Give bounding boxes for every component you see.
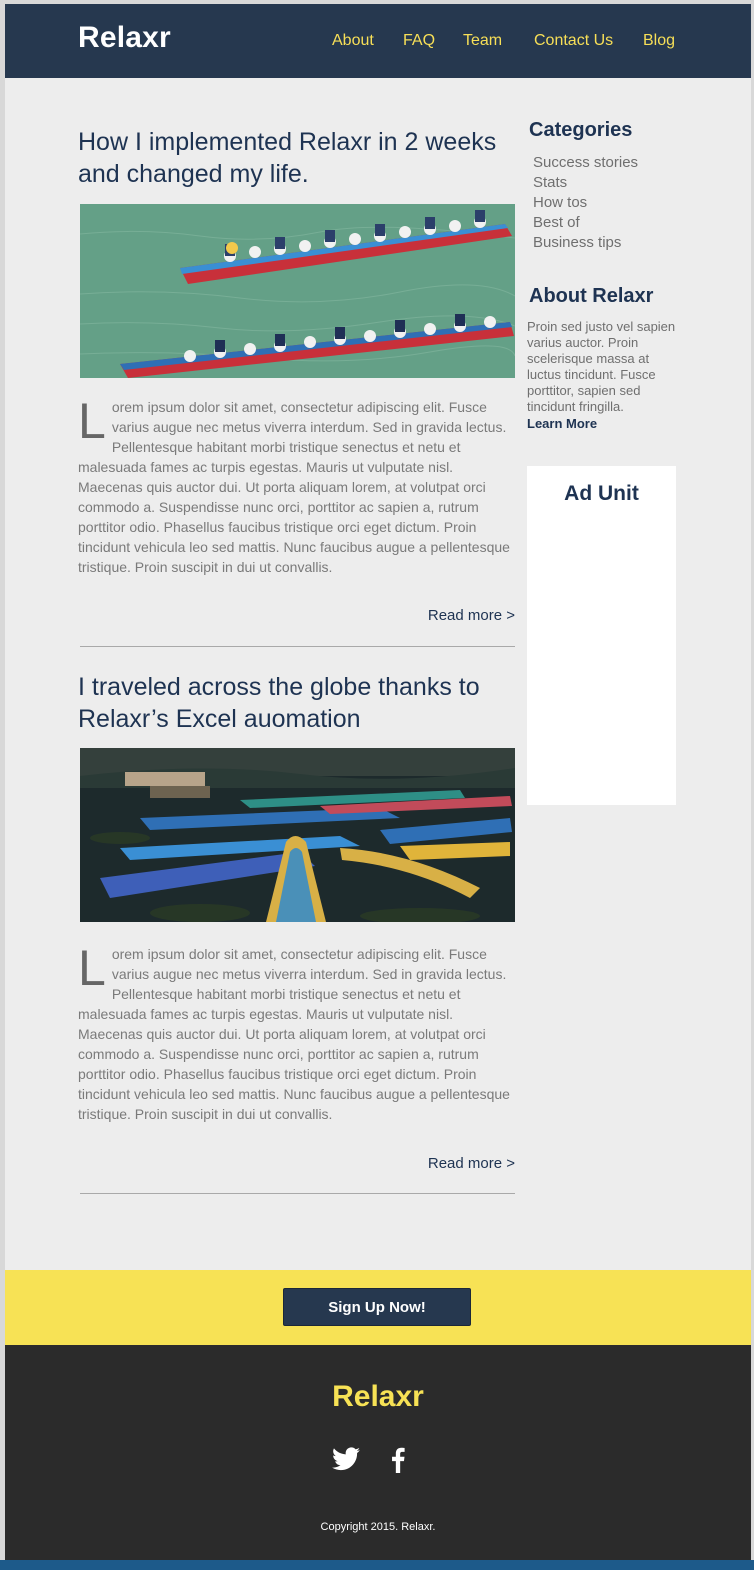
category-item: Success stories [533,153,638,173]
lake-rowboats-photo [80,748,515,922]
post-image-dragon-boats[interactable] [80,204,515,378]
post-excerpt: Lorem ipsum dolor sit amet, consectetur … [78,393,515,577]
post-divider [80,646,515,647]
page: Relaxr About FAQ Team Contact Us Blog Ho… [5,4,751,1560]
read-more-link[interactable]: Read more > [428,607,515,624]
nav-link-team[interactable]: Team [463,32,502,50]
post-divider [80,1193,515,1194]
drop-cap: L [78,393,106,449]
read-more-link[interactable]: Read more > [428,1155,515,1172]
twitter-link[interactable] [332,1447,360,1476]
nav-link-contact-us[interactable]: Contact Us [534,32,613,50]
category-link-business-tips[interactable]: Business tips [533,233,638,253]
about-heading: About Relaxr [529,285,654,307]
categories-heading: Categories [529,119,633,141]
dragon-boat-race-photo [80,204,515,378]
main-nav: About FAQ Team Contact Us Blog [5,32,751,56]
about-text: Proin sed justo vel sapien varius auctor… [527,319,676,414]
copyright-text: Copyright 2015. Relaxr. [320,1521,436,1533]
category-link-best-of[interactable]: Best of [533,213,638,233]
nav-link-faq[interactable]: FAQ [403,32,435,50]
category-link-stats[interactable]: Stats [533,173,638,193]
post-excerpt: Lorem ipsum dolor sit amet, consectetur … [78,940,515,1124]
post-title[interactable]: I traveled across the globe thanks to Re… [78,671,518,735]
window-bottom-bar [0,1560,754,1570]
nav-link-about[interactable]: About [332,32,374,50]
ad-unit[interactable]: Ad Unit [527,466,676,805]
footer-logo[interactable]: Relaxr [5,1380,751,1414]
ad-unit-label: Ad Unit [564,482,639,505]
category-item: Stats [533,173,638,193]
category-link-how-tos[interactable]: How tos [533,193,638,213]
site-header: Relaxr About FAQ Team Contact Us Blog [5,4,751,78]
post-excerpt-text: orem ipsum dolor sit amet, consectetur a… [78,399,510,575]
categories-list: Success stories Stats How tos Best of Bu… [533,153,638,253]
nav-link-blog[interactable]: Blog [643,32,675,50]
category-link-success-stories[interactable]: Success stories [533,153,638,173]
drop-cap: L [78,940,106,996]
twitter-icon [332,1447,360,1471]
facebook-link[interactable] [391,1447,405,1478]
category-item: Business tips [533,233,638,253]
site-footer: Relaxr Copyright 2015. Relaxr. [5,1345,751,1560]
post-excerpt-text: orem ipsum dolor sit amet, consectetur a… [78,946,510,1122]
post-image-rowboats[interactable] [80,748,515,922]
social-links [5,1447,751,1477]
learn-more-link[interactable]: Learn More [527,416,597,431]
category-item: Best of [533,213,638,233]
sign-up-button[interactable]: Sign Up Now! [283,1288,471,1326]
post-title[interactable]: How I implemented Relaxr in 2 weeks and … [78,126,518,190]
category-item: How tos [533,193,638,213]
signup-band: Sign Up Now! [5,1270,751,1345]
facebook-icon [392,1447,405,1473]
